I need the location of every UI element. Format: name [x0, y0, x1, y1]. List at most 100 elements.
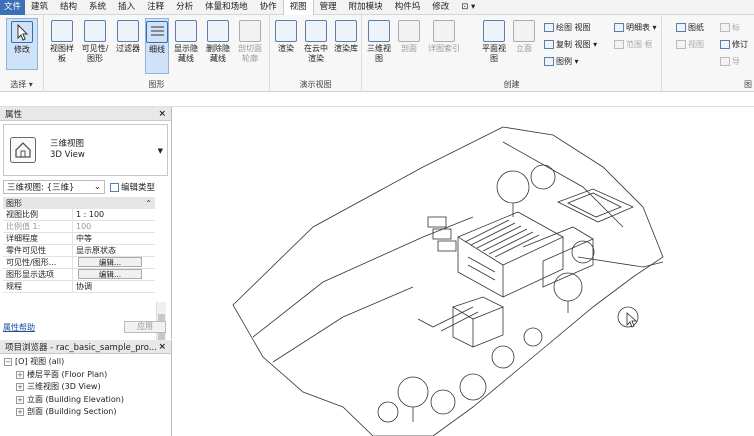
tree [459, 373, 487, 401]
3d-view-canvas[interactable] [173, 107, 754, 436]
menu-item-0[interactable]: 文件 [0, 0, 26, 15]
view-template-button[interactable]: 视图样板 [48, 20, 76, 64]
edit-button[interactable]: 编辑... [78, 269, 142, 279]
property-row[interactable]: 零件可见性 显示原状态 [3, 245, 155, 257]
expand-icon[interactable]: + [16, 408, 24, 417]
menu-item-6[interactable]: 分析 [170, 0, 199, 15]
property-value[interactable]: 1 : 100 [73, 209, 155, 220]
legends-button[interactable]: 图例 ▾ [544, 56, 579, 67]
render-gallery-button[interactable]: 渲染库 [332, 20, 360, 54]
menu-item-1[interactable]: 建筑 [25, 0, 54, 15]
menu-item-12[interactable]: 构件坞 [389, 0, 427, 15]
edit-type-button[interactable]: 编辑类型 [110, 181, 155, 193]
menu-item-8[interactable]: 协作 [254, 0, 283, 15]
teapot-icon [275, 20, 297, 42]
menu-item-3[interactable]: 系统 [83, 0, 112, 15]
property-value[interactable]: 协调 [73, 281, 155, 292]
apply-button[interactable]: 应用 [124, 321, 166, 333]
callout-button[interactable]: 详图索引 [426, 20, 462, 54]
graphics-section-header[interactable]: 图形 ⌃ [3, 197, 155, 209]
property-row[interactable]: 规程 协调 [3, 281, 155, 293]
menu-item-11[interactable]: 附加模块 [343, 0, 389, 15]
render-button[interactable]: 渲染 [272, 20, 300, 54]
schedules-button[interactable]: 明细表 ▾ [614, 22, 657, 33]
menu-item-10[interactable]: 管理 [314, 0, 343, 15]
properties-help-link[interactable]: 属性帮助 [3, 322, 35, 333]
property-value[interactable]: 编辑... [73, 257, 155, 268]
collapse-icon[interactable]: − [4, 358, 12, 367]
revisions-button[interactable]: 修订 [720, 39, 748, 50]
menu-item-7[interactable]: 体量和场地 [199, 0, 254, 15]
section-button[interactable]: 剖面 [395, 20, 423, 54]
close-icon[interactable]: × [158, 342, 166, 352]
property-value[interactable]: 中等 [73, 233, 155, 244]
title-block-button[interactable]: 标 [720, 22, 740, 33]
show-hidden-lines-icon [175, 20, 197, 42]
elevation-button[interactable]: 立面 [510, 20, 538, 54]
property-row[interactable]: 比例值 1: 100 [3, 221, 155, 233]
expand-icon[interactable]: + [16, 395, 24, 404]
render-cloud-button[interactable]: 在云中渲染 [301, 20, 331, 64]
tree-item[interactable]: + 立面 (Building Elevation) [4, 394, 167, 407]
tree-item[interactable]: + 楼层平面 (Floor Plan) [4, 369, 167, 382]
property-row[interactable]: 视图比例 1 : 100 [3, 209, 155, 221]
menu-item-9[interactable]: 视图 [282, 0, 314, 15]
property-name: 规程 [3, 281, 73, 292]
show-hidden-lines-button[interactable]: 显示隐藏线 [172, 20, 200, 64]
expand-icon[interactable]: + [16, 383, 24, 392]
visibility-graphics-button[interactable]: 可见性/图形 [78, 20, 112, 64]
menu-item-14[interactable]: ⊡ ▾ [455, 0, 481, 15]
view-instance-selector[interactable]: 三维视图: {三维} ⌄ [3, 180, 105, 194]
property-value[interactable]: 显示原状态 [73, 245, 155, 256]
tree [430, 389, 456, 415]
3d-view-button[interactable]: 三维视图 [365, 20, 393, 64]
property-row[interactable]: 详细程度 中等 [3, 233, 155, 245]
roof [457, 211, 564, 266]
edit-button[interactable]: 编辑... [78, 257, 142, 267]
gallery-icon [335, 20, 357, 42]
properties-title-bar: 属性 × [0, 107, 171, 121]
tree [496, 170, 530, 204]
close-icon[interactable]: × [158, 109, 166, 119]
property-value[interactable]: 编辑... [73, 269, 155, 280]
edit-type-label: 编辑类型 [121, 183, 156, 193]
modify-button[interactable]: 修改 [6, 18, 38, 70]
sheet-button[interactable]: 图纸 [676, 22, 704, 33]
duplicate-view-button[interactable]: 复制 视图 ▾ [544, 39, 597, 50]
remove-hidden-lines-button[interactable]: 删除隐藏线 [204, 20, 232, 64]
property-row[interactable]: 可见性/图形... 编辑... [3, 257, 155, 269]
cloud-teapot-icon [305, 20, 327, 42]
menu-item-13[interactable]: 修改 [426, 0, 455, 15]
schedule-icon [614, 23, 624, 32]
menu-item-2[interactable]: 结构 [54, 0, 83, 15]
tree-item[interactable]: + 三维视图 (3D View) [4, 381, 167, 394]
ribbon: 修改 选择 ▾ 视图样板 可见性/图形 过滤器 细线 显示隐藏线 删除隐藏线 剖… [0, 15, 754, 92]
wing-roof [522, 226, 594, 262]
guide-grid-button[interactable]: 导 [720, 56, 740, 67]
sheet-group-label: 图 [744, 80, 752, 89]
plan-views-button[interactable]: 平面视图 [480, 20, 508, 64]
property-row[interactable]: 图形显示选项 编辑... [3, 269, 155, 281]
browser-title: 项目浏览器 - rac_basic_sample_pro... [5, 342, 157, 353]
site-boundary [232, 126, 664, 436]
menu-item-5[interactable]: 注释 [141, 0, 170, 15]
property-value[interactable]: 100 [73, 221, 155, 232]
filters-button[interactable]: 过滤器 [114, 20, 142, 54]
drafting-view-button[interactable]: 绘图 视图 [544, 22, 591, 33]
expand-icon[interactable]: + [16, 370, 24, 379]
tree-root-views[interactable]: − [O] 视图 (all) [4, 356, 167, 369]
menu-item-4[interactable]: 插入 [112, 0, 141, 15]
select-dropdown[interactable]: 选择 ▾ [0, 79, 43, 90]
elevation-icon [513, 20, 535, 42]
tree [571, 240, 595, 264]
cut-profile-button[interactable]: 剖切面轮廓 [236, 20, 264, 64]
house-icon [10, 137, 36, 163]
ribbon-group-presentation: 渲染 在云中渲染 渲染库 演示视图 [270, 15, 362, 92]
pool-water [567, 192, 622, 218]
tree-item[interactable]: + 剖面 (Building Section) [4, 406, 167, 419]
thin-lines-button[interactable]: 细线 [145, 18, 169, 74]
type-selector[interactable]: 三维视图 3D View ▼ [3, 124, 168, 176]
scope-box-button[interactable]: 范围 框 [614, 39, 653, 50]
place-view-button[interactable]: 视图 [676, 39, 704, 50]
window-lines [467, 256, 496, 281]
